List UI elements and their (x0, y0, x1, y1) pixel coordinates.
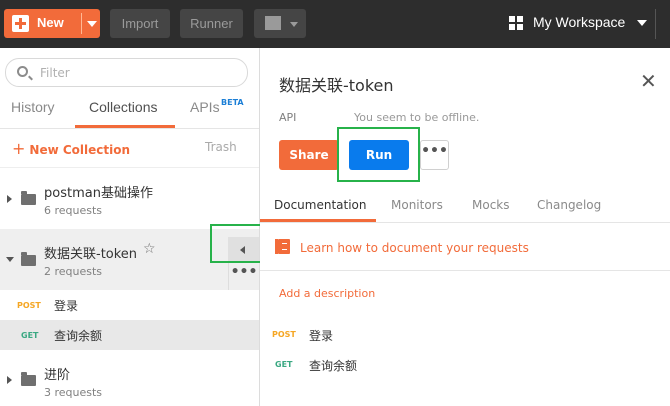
documentation-icon (275, 239, 290, 254)
panel-more-button[interactable]: ••• (420, 140, 449, 170)
collection-item[interactable]: 进阶 3 requests (0, 350, 259, 406)
documentation-link[interactable]: Learn how to document your requests (300, 241, 529, 255)
new-button[interactable]: New (4, 9, 100, 38)
request-item[interactable]: POST 登录 (0, 290, 259, 320)
collection-more-button[interactable]: ••• (228, 263, 259, 290)
offline-message: You seem to be offline. (354, 111, 480, 124)
tab-changelog[interactable]: Changelog (537, 198, 601, 212)
share-button[interactable]: Share (279, 140, 339, 170)
new-button-divider (81, 13, 82, 34)
folder-icon (21, 372, 36, 386)
new-collection-label: New Collection (29, 143, 131, 157)
tab-collections[interactable]: Collections (89, 99, 157, 115)
new-window-button[interactable] (254, 9, 306, 38)
collection-name: 数据关联-token (44, 247, 138, 262)
panel-title: 数据关联-token (279, 76, 394, 95)
api-label: API (279, 111, 297, 124)
collection-request-count: 6 requests (44, 204, 103, 217)
tab-history[interactable]: History (11, 99, 55, 115)
tab-documentation[interactable]: Documentation (274, 198, 367, 212)
trash-button[interactable]: Trash (205, 140, 237, 154)
new-button-label: New (37, 15, 64, 30)
chevron-down-icon[interactable] (6, 257, 14, 262)
chevron-down-icon[interactable] (87, 21, 97, 27)
search-placeholder: Filter (40, 66, 70, 80)
method-badge: GET (21, 331, 39, 340)
request-name: 登录 (309, 329, 334, 343)
highlight-box (337, 127, 420, 182)
divider (0, 128, 259, 129)
folder-icon (21, 252, 36, 266)
star-icon[interactable]: ☆ (143, 241, 156, 257)
collection-request-count: 3 requests (44, 386, 103, 399)
method-badge: GET (275, 360, 293, 369)
request-item[interactable]: POST 登录 (260, 324, 670, 348)
collection-request-count: 2 requests (44, 265, 103, 278)
top-bar: New Import Runner My Workspace (0, 0, 670, 48)
request-name: 登录 (54, 299, 79, 313)
chevron-right-icon[interactable] (7, 376, 12, 384)
tab-apis[interactable]: APIs (190, 99, 220, 115)
search-icon (17, 66, 28, 77)
method-badge: POST (17, 301, 41, 310)
chevron-right-icon[interactable] (7, 195, 12, 203)
request-item-selected[interactable]: GET 查询余额 (0, 320, 259, 350)
sidebar: Filter History Collections APIs BETA + Ne… (0, 48, 274, 406)
close-icon[interactable]: ✕ (640, 71, 657, 91)
new-collection-button[interactable]: + New Collection (12, 139, 130, 158)
collection-item[interactable]: postman基础操作 6 requests (0, 168, 259, 229)
add-description-link[interactable]: Add a description (279, 287, 375, 300)
method-badge: POST (272, 330, 296, 339)
workspace-selector[interactable]: My Workspace (533, 14, 625, 30)
request-name: 查询余额 (54, 329, 103, 343)
tab-mocks[interactable]: Mocks (472, 198, 510, 212)
topbar-divider (655, 9, 656, 39)
new-window-icon (265, 16, 281, 30)
divider (260, 222, 670, 223)
chevron-down-icon (290, 22, 298, 27)
request-name: 查询余额 (309, 359, 358, 373)
beta-badge: BETA (221, 98, 244, 107)
tab-monitors[interactable]: Monitors (391, 198, 443, 212)
folder-icon (21, 191, 36, 205)
plus-icon (12, 15, 29, 32)
import-button[interactable]: Import (110, 9, 170, 38)
runner-button[interactable]: Runner (180, 9, 243, 38)
workspace-grid-icon (509, 16, 524, 31)
collection-name: 进阶 (44, 368, 71, 383)
request-item[interactable]: GET 查询余额 (260, 354, 670, 378)
search-input[interactable]: Filter (5, 58, 248, 87)
chevron-down-icon[interactable] (637, 20, 647, 26)
collection-details-panel: 数据关联-token ✕ API You seem to be offline.… (260, 48, 670, 406)
plus-icon: + (12, 139, 26, 158)
collection-name: postman基础操作 (44, 186, 153, 201)
divider (260, 270, 670, 271)
